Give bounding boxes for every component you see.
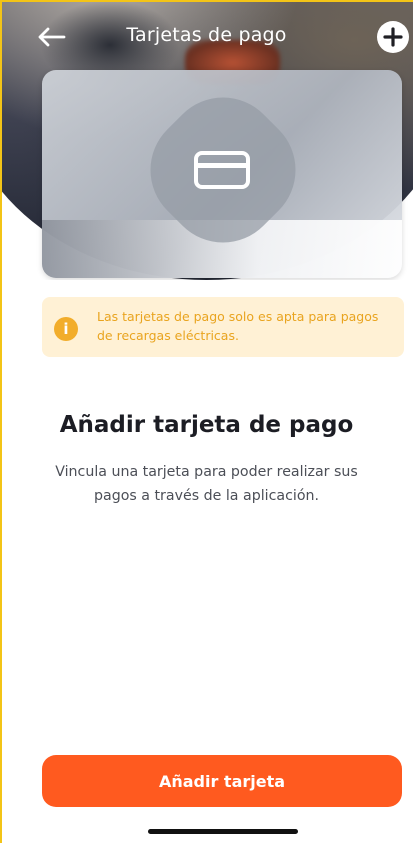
- info-icon: i: [54, 317, 78, 341]
- add-card-button[interactable]: [374, 18, 412, 56]
- frame-edge-top: [0, 0, 413, 2]
- page-title: Tarjetas de pago: [126, 24, 287, 46]
- credit-card-icon: [192, 150, 252, 190]
- frame-edge-left: [0, 0, 2, 843]
- empty-state-heading: Añadir tarjeta de pago: [59, 412, 354, 438]
- cta-label: Añadir tarjeta: [158, 771, 286, 791]
- add-card-cta-button[interactable]: Añadir tarjeta: [42, 755, 402, 807]
- info-banner: i Las tarjetas de pago solo es apta para…: [42, 297, 404, 357]
- home-indicator: [148, 829, 298, 834]
- info-text: Las tarjetas de pago solo es apta para p…: [97, 309, 379, 343]
- screen: Tarjetas de pago i Las tarjetas de pago …: [0, 0, 413, 843]
- plus-circle-icon: [377, 21, 409, 53]
- hero-section: Tarjetas de pago: [0, 0, 413, 280]
- top-bar: Tarjetas de pago: [0, 14, 413, 60]
- empty-state-description: Vincula una tarjeta para poder realizar …: [55, 464, 358, 504]
- card-illustration: [42, 70, 402, 278]
